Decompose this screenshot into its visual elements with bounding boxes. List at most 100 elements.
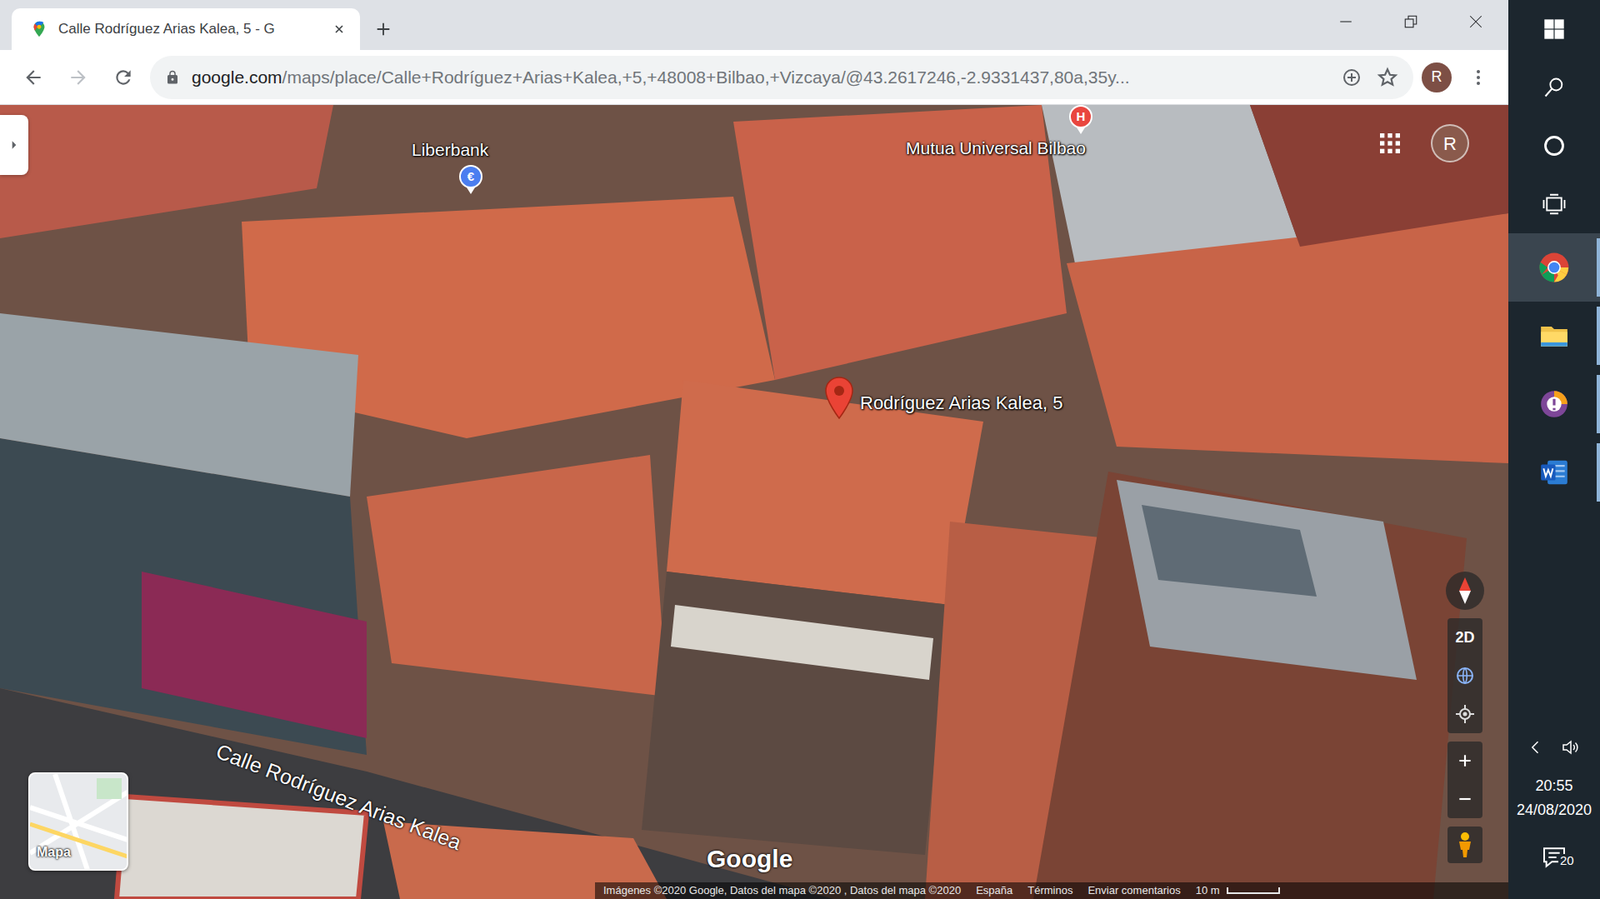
bank-pin[interactable]: € [459,165,483,189]
running-indicator [1596,443,1600,502]
compass-button[interactable] [1445,571,1485,610]
cortana-icon [1542,134,1566,158]
install-app-icon[interactable] [1341,67,1362,88]
desktop: Calle Rodríguez Arias Kalea, 5 - G google… [0,0,1600,899]
window-controls [1313,0,1509,44]
zoom-out-icon [1456,790,1474,808]
forward-button[interactable] [60,59,97,96]
attribution-text: Imágenes ©2020 Google, Datos del mapa ©2… [603,882,961,899]
profile-avatar[interactable]: R [1421,62,1452,93]
action-center-button[interactable]: 20 [1508,832,1600,883]
address-bar-actions [1341,66,1399,89]
search-icon [1542,75,1566,100]
chrome-icon [1538,251,1570,284]
clock[interactable]: 20:5524/08/2020 [1508,764,1600,833]
start-icon [1542,17,1566,41]
zoom-controls [1447,741,1483,819]
google-maps-favicon-icon [30,20,49,39]
taskbar-item[interactable] [1508,370,1600,439]
tab-strip: Calle Rodríguez Arias Kalea, 5 - G [0,0,1509,50]
footer-link[interactable]: Enviar comentarios [1087,882,1180,899]
taskbar-item[interactable] [1508,301,1600,370]
scale-indicator: 10 m [1195,882,1280,899]
taskbar-item[interactable] [1508,0,1600,59]
place-label[interactable]: Rodríguez Arias Kalea, 5 [860,389,1063,417]
locate-icon [1455,704,1475,725]
account-avatar[interactable]: R [1430,124,1470,163]
view-controls: 2D [1447,618,1483,734]
back-arrow-icon [22,66,45,89]
map-footer: Imágenes ©2020 Google, Datos del mapa ©2… [595,882,1509,899]
chevron-right-icon [8,139,20,151]
google-logo: Google [706,840,793,878]
map-controls: 2D [1445,571,1485,864]
scale-bar [1226,887,1280,895]
minimize-button[interactable] [1313,0,1379,44]
url-host: google.com [191,67,283,87]
restore-button[interactable] [1378,0,1444,44]
footer-link[interactable]: Términos [1027,882,1073,899]
menu-dots-icon [1468,67,1489,88]
side-panel-toggle[interactable] [0,115,29,175]
restore-icon [1403,14,1419,30]
place-label[interactable]: Mutua Universal Bilbao [905,135,1086,162]
globe-button[interactable] [1447,656,1483,695]
taskbar: 20:5524/08/2020 20 [1508,0,1600,899]
brave-icon [1538,388,1570,420]
zoom-out-button[interactable] [1447,780,1483,819]
scale-label: 10 m [1195,882,1220,899]
explorer-icon [1538,320,1570,352]
taskbar-item[interactable] [1508,116,1600,175]
place-label[interactable]: Liberbank [411,136,489,164]
zoom-in-button[interactable] [1447,741,1483,780]
browser-window: Calle Rodríguez Arias Kalea, 5 - G google… [0,0,1509,899]
compass-icon [1455,575,1475,606]
hospital-pin[interactable]: H [1069,105,1093,129]
taskbar-item[interactable] [1508,175,1600,234]
plus-icon[interactable] [366,8,400,50]
address-bar[interactable]: google.com/maps/place/Calle+Rodríguez+Ar… [150,55,1414,100]
reload-icon [112,66,135,89]
clock-time: 20:55 [1508,774,1600,799]
taskbar-item[interactable] [1508,438,1600,507]
satellite-imagery[interactable] [0,105,1509,899]
reload-button[interactable] [105,59,142,96]
chevron-left-icon[interactable] [1527,739,1545,756]
footer-link[interactable]: España [975,882,1013,899]
street-view-button[interactable] [1447,826,1483,864]
notification-count: 20 [1558,854,1576,869]
taskbar-item[interactable] [1508,233,1600,302]
clock-date: 24/08/2020 [1508,798,1600,823]
close-button[interactable] [1443,0,1509,44]
speaker-icon[interactable] [1560,737,1581,758]
tab-title: Calle Rodríguez Arias Kalea, 5 - G [58,18,320,40]
url-path: /maps/place/Calle+Rodríguez+Arias+Kalea,… [282,67,1130,87]
system-tray [1508,730,1600,765]
close-window-icon [1468,14,1484,30]
running-indicator [1596,375,1600,434]
running-indicator [1596,238,1600,297]
map-view[interactable]: € Liberbank H Mutua Universal Bilbao Rodrígu… [0,105,1509,899]
star-icon[interactable] [1376,66,1399,89]
pegman-icon [1455,831,1475,859]
apps-grid-icon[interactable] [1376,130,1404,157]
map-layer-switcher[interactable]: Mapa [28,772,129,871]
bank-glyph: € [467,167,475,187]
menu-button[interactable] [1460,59,1497,96]
taskbar-item[interactable] [1508,58,1600,117]
forward-arrow-icon [67,66,90,89]
task-view-icon [1541,191,1567,217]
selected-location-pin[interactable] [825,376,854,420]
browser-tab[interactable]: Calle Rodríguez Arias Kalea, 5 - G [11,8,360,50]
zoom-in-icon [1456,752,1474,770]
close-icon[interactable] [330,20,349,39]
globe-icon [1455,665,1475,686]
url-text[interactable]: google.com/maps/place/Calle+Rodríguez+Ar… [191,64,1130,91]
my-location-button[interactable] [1447,695,1483,734]
browser-toolbar: google.com/maps/place/Calle+Rodríguez+Ar… [0,50,1509,105]
hospital-glyph: H [1076,107,1086,127]
lock-icon[interactable] [165,70,180,85]
minimize-icon [1338,14,1354,30]
back-button[interactable] [15,59,52,96]
view-toggle-button[interactable]: 2D [1447,618,1483,657]
